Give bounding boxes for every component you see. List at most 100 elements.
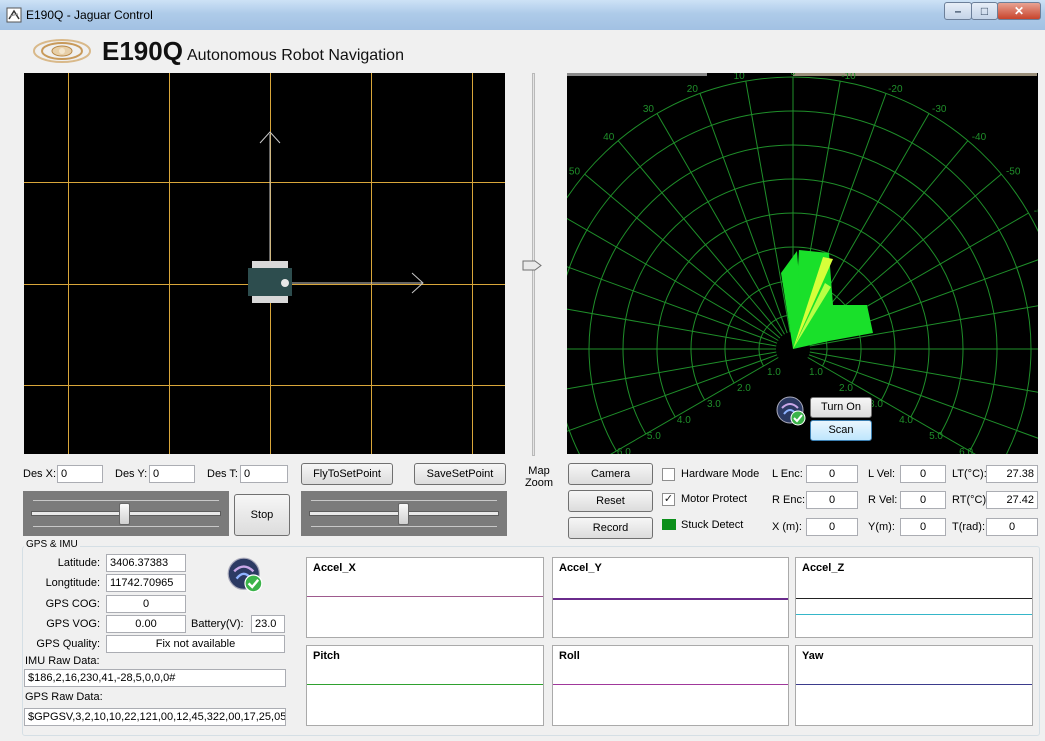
- map-zoom-slider[interactable]: [522, 73, 542, 456]
- y-label: Y(m):: [868, 521, 895, 533]
- des-y-label: Des Y:: [115, 468, 148, 480]
- radar-range-label: 2.0: [737, 383, 751, 394]
- plot-title: Accel_X: [313, 562, 356, 574]
- sensor-status-icon: [776, 396, 806, 426]
- title-bar: E190Q - Jaguar Control – □ ✕: [0, 0, 1045, 30]
- reset-button[interactable]: Reset: [568, 490, 653, 512]
- pitch-plot: Pitch: [306, 645, 544, 726]
- des-x-input[interactable]: 0: [57, 465, 103, 483]
- radar-angle-label: 20: [687, 84, 699, 95]
- laser-radar-view: 3020100-10-20-3040-4050-5060-6070-7080-8…: [567, 73, 1038, 454]
- des-t-label: Des T:: [207, 468, 238, 480]
- gps-vog-value: 0.00: [106, 615, 186, 633]
- radar-angle-label: 30: [643, 104, 655, 115]
- radar-angle-label: -40: [972, 132, 987, 143]
- radar-angle-spoke: [567, 217, 779, 341]
- turn-slider-thumb[interactable]: [398, 503, 409, 525]
- longitude-label: Longtitude:: [45, 577, 100, 589]
- des-x-label: Des X:: [23, 468, 57, 480]
- r-enc-value: 0: [806, 491, 858, 509]
- map-zoom-label: Map Zoom: [524, 465, 554, 489]
- maximize-icon: □: [980, 4, 989, 18]
- save-setpoint-button[interactable]: SaveSetPoint: [414, 463, 506, 485]
- speed-slider-thumb[interactable]: [119, 503, 130, 525]
- roll-plot: Roll: [552, 645, 789, 726]
- accel-z-plot: Accel_Z: [795, 557, 1033, 638]
- gps-raw-label: GPS Raw Data:: [25, 691, 103, 703]
- plot-trace: [553, 598, 788, 600]
- window-title: E190Q - Jaguar Control: [26, 8, 153, 22]
- yaw-plot: Yaw: [795, 645, 1033, 726]
- radar-angle-label: -20: [888, 84, 903, 95]
- close-button[interactable]: ✕: [997, 2, 1041, 20]
- des-t-input[interactable]: 0: [240, 465, 288, 483]
- gps-cog-value: 0: [106, 595, 186, 613]
- scan-button[interactable]: Scan: [810, 420, 872, 441]
- plot-trace: [796, 684, 1032, 685]
- des-y-input[interactable]: 0: [149, 465, 195, 483]
- speed-slider-panel: [23, 491, 229, 536]
- camera-button[interactable]: Camera: [568, 463, 653, 485]
- l-vel-label: L Vel:: [868, 468, 896, 480]
- plot-title: Accel_Y: [559, 562, 602, 574]
- battery-value: 23.0: [251, 615, 285, 633]
- lt-label: LT(°C):: [952, 468, 987, 480]
- l-enc-value: 0: [806, 465, 858, 483]
- fly-to-setpoint-button[interactable]: FlyToSetPoint: [301, 463, 393, 485]
- x-value: 0: [806, 518, 858, 536]
- logo-icon: [33, 39, 91, 63]
- stuck-detect-label: Stuck Detect: [681, 519, 744, 531]
- page-title: E190Q Autonomous Robot Navigation: [102, 36, 404, 67]
- minimize-button[interactable]: –: [944, 2, 972, 20]
- slider-tick: [33, 500, 219, 501]
- gps-quality-label: GPS Quality:: [36, 638, 100, 650]
- stop-button[interactable]: Stop: [234, 494, 290, 536]
- gps-quality-value: Fix not available: [106, 635, 285, 653]
- app-icon: [6, 7, 22, 23]
- motor-protect-checkbox[interactable]: ✓: [662, 493, 675, 506]
- stuck-detect-indicator: [662, 519, 676, 530]
- gps-raw-value: $GPGSV,3,2,10,10,22,121,00,12,45,322,00,…: [24, 708, 286, 726]
- hardware-mode-checkbox[interactable]: [662, 468, 675, 481]
- radar-angle-spoke: [699, 93, 788, 334]
- l-enc-label: L Enc:: [772, 468, 803, 480]
- robot-icon: [248, 261, 292, 303]
- radar-range-label: 2.0: [839, 383, 853, 394]
- close-icon: ✕: [1013, 4, 1025, 18]
- radar-angle-label: 50: [569, 166, 581, 177]
- turn-on-button[interactable]: Turn On: [810, 397, 872, 418]
- page-title-main: E190Q: [102, 36, 183, 66]
- r-vel-label: R Vel:: [868, 494, 898, 506]
- imu-raw-label: IMU Raw Data:: [25, 655, 100, 667]
- navigation-map[interactable]: [24, 73, 505, 454]
- record-button[interactable]: Record: [568, 517, 653, 539]
- t-rad-value: 0: [986, 518, 1038, 536]
- hardware-mode-label: Hardware Mode: [681, 468, 760, 480]
- latitude-value: 3406.37383: [106, 554, 186, 572]
- radar-angle-label: -60: [1034, 206, 1038, 217]
- maximize-button[interactable]: □: [971, 2, 998, 20]
- plot-title: Pitch: [313, 650, 340, 662]
- radar-range-label: 1.0: [809, 367, 823, 378]
- zoom-slider-thumb[interactable]: [522, 260, 542, 271]
- map-overlay: [248, 131, 424, 303]
- lt-value: 27.38: [986, 465, 1038, 483]
- accel-x-plot: Accel_X: [306, 557, 544, 638]
- x-label: X (m):: [772, 521, 802, 533]
- scan-return-region: [793, 250, 873, 349]
- plot-trace: [307, 596, 543, 597]
- radar-angle-label: 0: [790, 73, 796, 78]
- gps-vog-label: GPS VOG:: [46, 618, 100, 630]
- radar-range-label: 3.0: [707, 399, 721, 410]
- accel-y-plot: Accel_Y: [552, 557, 789, 638]
- radar-angle-label: -30: [932, 104, 947, 115]
- plot-title: Accel_Z: [802, 562, 845, 574]
- radar-range-label: 5.0: [929, 431, 943, 442]
- radar-range-label: 5.0: [647, 431, 661, 442]
- motor-protect-label: Motor Protect: [681, 493, 748, 505]
- plot-trace: [307, 684, 543, 685]
- imu-raw-value: $186,2,16,230,41,-28,5,0,0,0#: [24, 669, 286, 687]
- slider-tick: [311, 526, 497, 527]
- radar-angle-spoke: [610, 357, 779, 454]
- slider-tick: [311, 500, 497, 501]
